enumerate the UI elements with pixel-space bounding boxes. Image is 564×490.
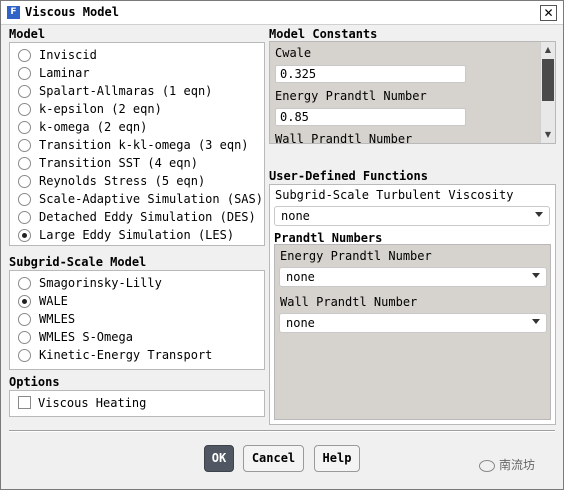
cancel-button[interactable]: Cancel: [243, 445, 304, 472]
select-value: none: [286, 316, 315, 330]
watermark-text: 南流坊: [499, 458, 536, 472]
chevron-down-icon: [532, 319, 540, 324]
radio-label: Transition SST (4 eqn): [39, 156, 198, 170]
radio-button-selected[interactable]: [18, 229, 31, 242]
radio-label: Kinetic-Energy Transport: [39, 348, 213, 362]
radio-label: WALE: [39, 294, 68, 308]
app-icon: F: [7, 6, 20, 19]
energy-prandtl-label: Energy Prandtl Number: [275, 89, 427, 103]
cwale-label: Cwale: [275, 46, 312, 60]
radio-button[interactable]: [18, 67, 31, 80]
udf-energy-prandtl-select[interactable]: none: [279, 267, 547, 287]
radio-button[interactable]: [18, 121, 31, 134]
close-button[interactable]: ✕: [540, 5, 557, 21]
watermark: 南流坊: [479, 456, 535, 473]
radio-label: k-omega (2 eqn): [39, 120, 148, 134]
radio-button[interactable]: [18, 193, 31, 206]
radio-button-selected[interactable]: [18, 295, 31, 308]
prandtl-numbers-panel: Energy Prandtl Number none Wall Prandtl …: [274, 244, 551, 420]
window-title: Viscous Model: [25, 5, 119, 19]
udf-section-title: User-Defined Functions: [269, 169, 428, 183]
cwale-input[interactable]: 0.325: [275, 65, 466, 83]
radio-label: Laminar: [39, 66, 90, 80]
radio-button[interactable]: [18, 157, 31, 170]
prandtl-numbers-title: Prandtl Numbers: [274, 231, 383, 245]
udf-wall-prandtl-select[interactable]: none: [279, 313, 547, 333]
radio-button[interactable]: [18, 85, 31, 98]
footer-divider: [9, 430, 555, 432]
model-constants-panel: Cwale 0.325 Energy Prandtl Number 0.85 W…: [269, 41, 556, 144]
constants-scrollbar[interactable]: ▲ ▼: [540, 42, 555, 143]
title-bar: F Viscous Model ✕: [1, 1, 563, 25]
radio-button[interactable]: [18, 103, 31, 116]
options-section-title: Options: [9, 375, 60, 389]
radio-label: k-epsilon (2 eqn): [39, 102, 162, 116]
chevron-down-icon: [535, 212, 543, 217]
udf-energy-prandtl-label: Energy Prandtl Number: [280, 249, 432, 263]
viscous-model-dialog: F Viscous Model ✕ Model Inviscid Laminar…: [0, 0, 564, 490]
radio-label: Inviscid: [39, 48, 97, 62]
model-section-title: Model: [9, 27, 46, 41]
ok-button[interactable]: OK: [204, 445, 234, 472]
model-group: Inviscid Laminar Spalart-Allmaras (1 eqn…: [9, 42, 265, 246]
options-group: Viscous Heating: [9, 390, 265, 417]
radio-label: Reynolds Stress (5 eqn): [39, 174, 206, 188]
select-value: none: [286, 270, 315, 284]
radio-label: Spalart-Allmaras (1 eqn): [39, 84, 213, 98]
chevron-down-icon: [532, 273, 540, 278]
radio-button[interactable]: [18, 313, 31, 326]
radio-label: Large Eddy Simulation (LES): [39, 228, 235, 242]
radio-button[interactable]: [18, 277, 31, 290]
radio-button[interactable]: [18, 175, 31, 188]
wechat-icon: [479, 459, 495, 472]
udf-wall-prandtl-label: Wall Prandtl Number: [280, 295, 418, 309]
energy-prandtl-input[interactable]: 0.85: [275, 108, 466, 126]
radio-label: Detached Eddy Simulation (DES): [39, 210, 256, 224]
radio-button[interactable]: [18, 139, 31, 152]
subgrid-section-title: Subgrid-Scale Model: [9, 255, 147, 269]
help-button[interactable]: Help: [314, 445, 360, 472]
subgrid-group: Smagorinsky-Lilly WALE WMLES WMLES S-Ome…: [9, 270, 265, 370]
radio-label: Scale-Adaptive Simulation (SAS): [39, 192, 263, 206]
scroll-thumb[interactable]: [542, 59, 554, 101]
scroll-up-icon[interactable]: ▲: [541, 43, 555, 57]
radio-label: Smagorinsky-Lilly: [39, 276, 162, 290]
radio-button[interactable]: [18, 349, 31, 362]
select-value: none: [281, 209, 310, 223]
wall-prandtl-label: Wall Prandtl Number: [275, 132, 413, 144]
radio-button[interactable]: [18, 331, 31, 344]
radio-label: WMLES: [39, 312, 76, 326]
subgrid-visc-select[interactable]: none: [274, 206, 550, 226]
scroll-down-icon[interactable]: ▼: [541, 128, 555, 142]
viscous-heating-checkbox[interactable]: [18, 396, 31, 409]
radio-label: WMLES S-Omega: [39, 330, 133, 344]
radio-button[interactable]: [18, 211, 31, 224]
radio-button[interactable]: [18, 49, 31, 62]
viscous-heating-label: Viscous Heating: [38, 396, 147, 410]
constants-section-title: Model Constants: [269, 27, 378, 41]
subgrid-visc-label: Subgrid-Scale Turbulent Viscosity: [275, 188, 514, 202]
radio-label: Transition k-kl-omega (3 eqn): [39, 138, 249, 152]
